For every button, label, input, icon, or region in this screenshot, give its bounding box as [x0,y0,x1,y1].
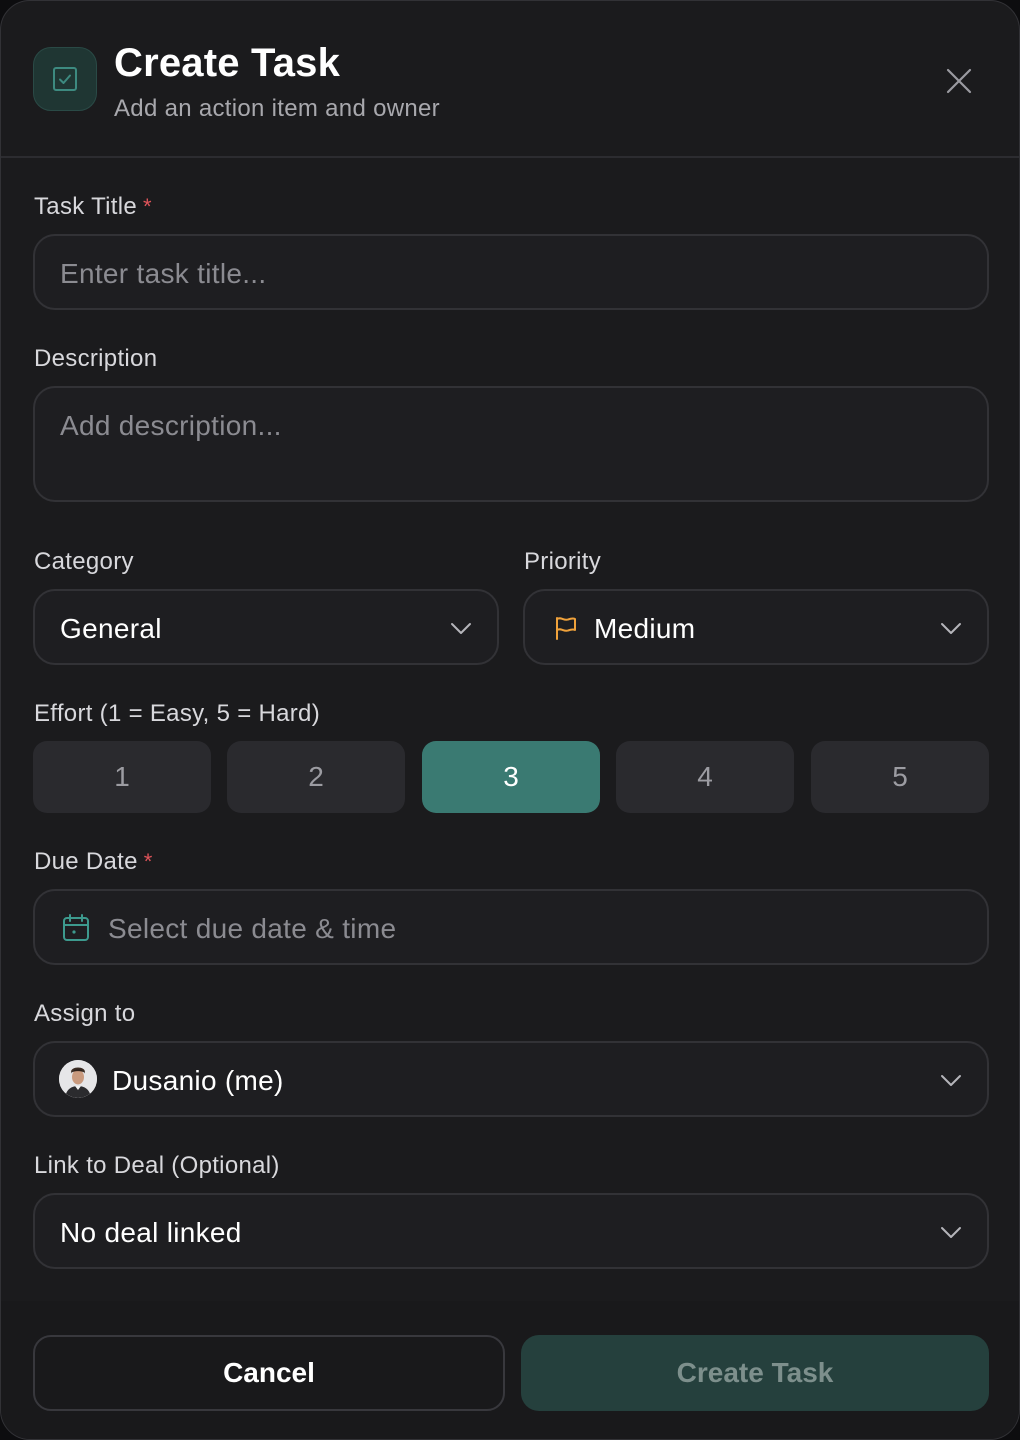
assign-to-label: Assign to [34,1000,136,1027]
checkbox-icon [33,47,97,111]
description-textarea[interactable]: Add description... [33,386,989,502]
modal-header: Create Task Add an action item and owner [1,1,1019,158]
modal-subtitle: Add an action item and owner [114,95,440,122]
close-icon [946,68,972,94]
description-label: Description [34,345,158,372]
due-date-placeholder: Select due date & time [108,913,397,944]
assign-to-select[interactable]: Dusanio (me) [33,1041,989,1117]
create-task-button[interactable]: Create Task [521,1335,989,1411]
chevron-down-icon [941,1075,961,1086]
chevron-down-icon [941,1227,961,1238]
deal-select[interactable]: No deal linked [33,1193,989,1269]
create-task-modal: Create Task Add an action item and owner… [0,0,1020,1440]
required-marker: * [143,849,153,874]
deal-label: Link to Deal (Optional) [34,1152,280,1179]
modal-title: Create Task [114,41,341,85]
close-button[interactable] [939,61,979,101]
category-select[interactable]: General [33,589,499,665]
avatar [59,1060,97,1098]
required-marker: * [143,194,152,219]
task-title-label: Task Title * [34,193,152,221]
category-label: Category [34,548,134,575]
effort-option-2[interactable]: 2 [227,741,405,813]
effort-label: Effort (1 = Easy, 5 = Hard) [34,700,320,727]
chevron-down-icon [941,623,961,634]
task-title-label-text: Task Title [34,193,138,220]
description-placeholder: Add description... [60,410,282,441]
due-date-label: Due Date * [34,848,153,876]
due-date-picker[interactable]: Select due date & time [33,889,989,965]
priority-value: Medium [594,613,696,644]
cancel-button[interactable]: Cancel [33,1335,505,1411]
due-date-label-text: Due Date [34,848,138,875]
task-title-placeholder: Enter task title... [60,258,267,289]
task-title-input[interactable]: Enter task title... [33,234,989,310]
calendar-icon [63,914,89,941]
chevron-down-icon [451,623,471,634]
effort-option-4[interactable]: 4 [616,741,794,813]
category-value: General [60,613,162,644]
effort-option-5[interactable]: 5 [811,741,989,813]
effort-option-1[interactable]: 1 [33,741,211,813]
assignee-value: Dusanio (me) [112,1065,284,1096]
flag-icon [556,617,576,640]
priority-label: Priority [524,548,602,575]
priority-select[interactable]: Medium [523,589,989,665]
effort-option-3[interactable]: 3 [422,741,600,813]
deal-value: No deal linked [60,1217,242,1248]
